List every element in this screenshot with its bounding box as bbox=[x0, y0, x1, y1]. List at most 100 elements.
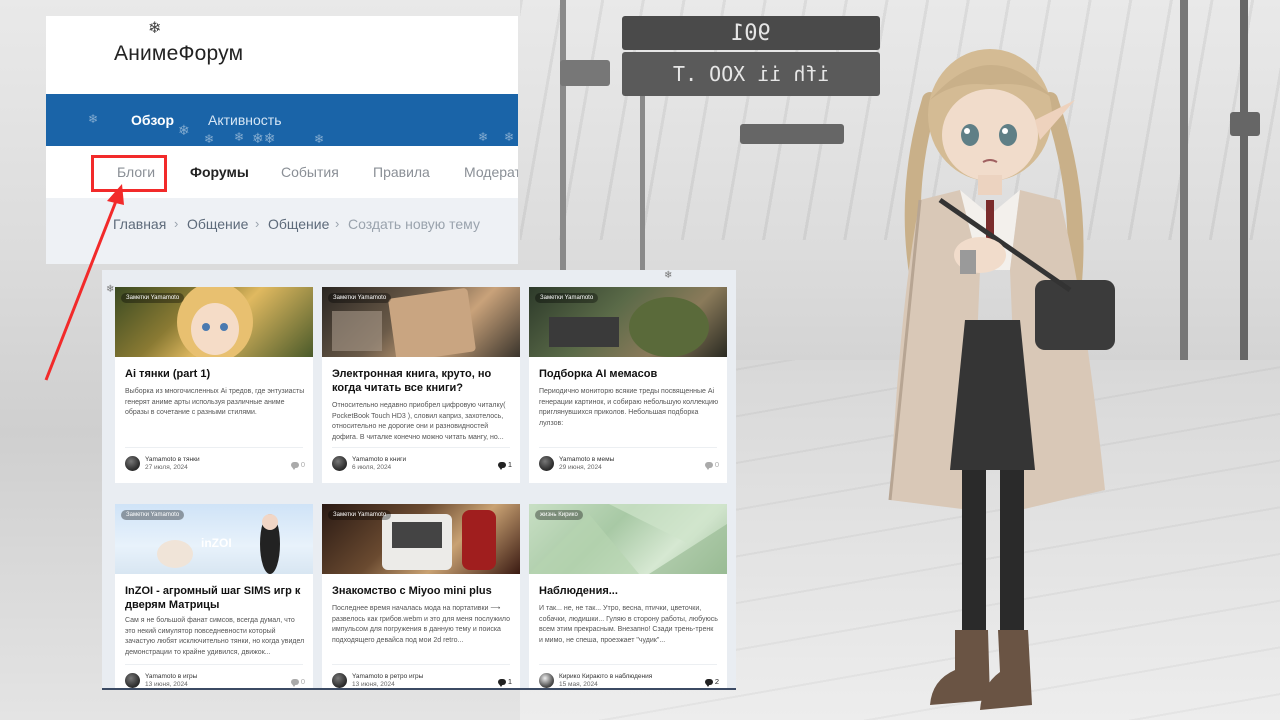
card-author[interactable]: Кирико Кираюто в наблюдения bbox=[559, 673, 652, 680]
avatar[interactable] bbox=[332, 673, 347, 688]
card-image: Заметки Yamamoto bbox=[115, 287, 313, 357]
station-pillar bbox=[1240, 0, 1248, 400]
blog-card[interactable]: inZOI Заметки Yamamoto InZOI - агромный … bbox=[115, 504, 313, 688]
blog-card[interactable]: Заметки Yamamoto Электронная книга, крут… bbox=[322, 287, 520, 483]
card-image: Заметки Yamamoto bbox=[322, 287, 520, 357]
avatar[interactable] bbox=[539, 456, 554, 471]
divider bbox=[332, 664, 510, 665]
blog-card[interactable]: жизнь Кирико Наблюдения... И так... не, … bbox=[529, 504, 727, 688]
snowflake-icon: ❄ bbox=[106, 284, 115, 295]
card-excerpt: Выборка из многочисленных Ai тредов, где… bbox=[125, 388, 305, 416]
subnav-rules[interactable]: Правила bbox=[373, 164, 430, 180]
card-author[interactable]: Yamamoto в тянки bbox=[145, 456, 200, 463]
card-category[interactable]: Заметки Yamamoto bbox=[328, 510, 392, 520]
comment-icon bbox=[290, 678, 299, 687]
avatar[interactable] bbox=[539, 673, 554, 688]
snowflake-icon: ❄ bbox=[204, 132, 215, 146]
anime-girl-illustration bbox=[888, 49, 1115, 710]
card-image: жизнь Кирико bbox=[529, 504, 727, 574]
card-comment-count[interactable]: 0 bbox=[290, 677, 305, 687]
card-author[interactable]: Yamamoto в ретро игры bbox=[352, 673, 423, 680]
divider bbox=[539, 664, 717, 665]
nav-activity[interactable]: Активность bbox=[208, 112, 282, 128]
subnav-forums[interactable]: Форумы bbox=[190, 164, 249, 180]
svg-text:inZOI: inZOI bbox=[201, 536, 232, 550]
card-comment-count[interactable]: 1 bbox=[497, 460, 512, 470]
card-category[interactable]: Заметки Yamamoto bbox=[535, 293, 599, 303]
chevron-right-icon: › bbox=[335, 216, 340, 231]
snowflake-icon: ❄ bbox=[664, 270, 673, 281]
breadcrumb-community-forum[interactable]: Общение bbox=[268, 216, 329, 232]
card-date: 6 июля, 2024 bbox=[352, 464, 392, 471]
card-date: 27 июля, 2024 bbox=[145, 464, 188, 471]
comment-count: 0 bbox=[300, 460, 305, 469]
station-pillar bbox=[1180, 0, 1188, 420]
subnav-moderators[interactable]: Модерат bbox=[464, 164, 518, 180]
card-comment-count[interactable]: 0 bbox=[290, 460, 305, 470]
comment-icon bbox=[497, 461, 506, 470]
card-excerpt: Периодично мониторю всякие треды посвяще… bbox=[539, 388, 719, 427]
card-comment-count[interactable]: 0 bbox=[704, 460, 719, 470]
nav-overview[interactable]: Обзор bbox=[131, 112, 174, 128]
card-excerpt: Сам я не большой фанат симсов, всегда ду… bbox=[125, 617, 305, 656]
snowflake-icon: ❄ bbox=[504, 130, 515, 144]
card-author[interactable]: Yamamoto в мемы bbox=[559, 456, 614, 463]
card-date: 15 мая, 2024 bbox=[559, 681, 598, 688]
avatar[interactable] bbox=[125, 456, 140, 471]
main-nav: ❄ ❄ ❄ ❄ ❄❄ ❄ ❄ ❄ Обзор Активность bbox=[46, 94, 518, 146]
card-date: 29 июня, 2024 bbox=[559, 464, 602, 471]
card-title[interactable]: Электронная книга, круто, но когда читат… bbox=[332, 367, 512, 395]
breadcrumb-community[interactable]: Общение bbox=[187, 216, 248, 232]
snowflake-icon: ❄ bbox=[314, 132, 325, 146]
card-image: Заметки Yamamoto bbox=[322, 504, 520, 574]
station-sign-bottom: ifh ii XOO .T bbox=[622, 52, 880, 96]
station-sign-top: 901 bbox=[622, 16, 880, 50]
comment-icon bbox=[497, 678, 506, 687]
divider bbox=[125, 664, 303, 665]
breadcrumb-current: Создать новую тему bbox=[348, 216, 480, 232]
card-image: inZOI Заметки Yamamoto bbox=[115, 504, 313, 574]
snowflake-icon: ❄❄ bbox=[252, 130, 276, 146]
card-excerpt: И так... не, не так... Утро, весна, птич… bbox=[539, 605, 718, 644]
comment-icon bbox=[704, 461, 713, 470]
breadcrumb-home[interactable]: Главная bbox=[113, 216, 166, 232]
card-author[interactable]: Yamamoto в игры bbox=[145, 673, 197, 680]
station-sign-small bbox=[740, 124, 844, 144]
card-comment-count[interactable]: 2 bbox=[704, 677, 719, 687]
comment-icon bbox=[704, 678, 713, 687]
snowflake-icon: ❄ bbox=[178, 122, 190, 138]
card-image: Заметки Yamamoto bbox=[529, 287, 727, 357]
snowflake-icon: ❄ bbox=[234, 130, 245, 144]
card-date: 13 июня, 2024 bbox=[352, 681, 395, 688]
card-title[interactable]: Знакомство с Miyoo mini plus bbox=[332, 584, 512, 598]
card-category[interactable]: Заметки Yamamoto bbox=[121, 510, 185, 520]
comment-count: 0 bbox=[714, 460, 719, 469]
card-title[interactable]: Ai тянки (part 1) bbox=[125, 367, 305, 381]
blog-card[interactable]: Заметки Yamamoto Ai тянки (part 1) Выбор… bbox=[115, 287, 313, 483]
avatar[interactable] bbox=[125, 673, 140, 688]
card-excerpt: Последнее время началась мода на портати… bbox=[332, 605, 510, 644]
breadcrumb: Главная › Общение › Общение › Создать но… bbox=[46, 198, 518, 264]
card-comment-count[interactable]: 1 bbox=[497, 677, 512, 687]
comment-count: 1 bbox=[507, 460, 512, 469]
comment-icon bbox=[290, 461, 299, 470]
card-category[interactable]: Заметки Yamamoto bbox=[121, 293, 185, 303]
card-title[interactable]: InZOI - агромный шаг SIMS игр к дверям М… bbox=[125, 584, 305, 612]
card-excerpt: Относительно недавно приобрел цифровую ч… bbox=[332, 402, 506, 441]
chevron-right-icon: › bbox=[255, 216, 260, 231]
divider bbox=[125, 447, 303, 448]
avatar[interactable] bbox=[332, 456, 347, 471]
blog-card[interactable]: Заметки Yamamoto Подборка AI мемасов Пер… bbox=[529, 287, 727, 483]
card-title[interactable]: Наблюдения... bbox=[539, 584, 719, 598]
blog-card[interactable]: Заметки Yamamoto Знакомство с Miyoo mini… bbox=[322, 504, 520, 688]
site-title[interactable]: АнимеФорум bbox=[114, 42, 243, 66]
subnav-events[interactable]: События bbox=[281, 164, 339, 180]
comment-count: 0 bbox=[300, 677, 305, 686]
card-category[interactable]: Заметки Yamamoto bbox=[328, 293, 392, 303]
chevron-right-icon: › bbox=[174, 216, 179, 231]
card-title[interactable]: Подборка AI мемасов bbox=[539, 367, 719, 381]
card-category[interactable]: жизнь Кирико bbox=[535, 510, 583, 520]
card-author[interactable]: Yamamoto в книги bbox=[352, 456, 406, 463]
station-sign-small bbox=[1230, 112, 1260, 136]
divider bbox=[332, 447, 510, 448]
